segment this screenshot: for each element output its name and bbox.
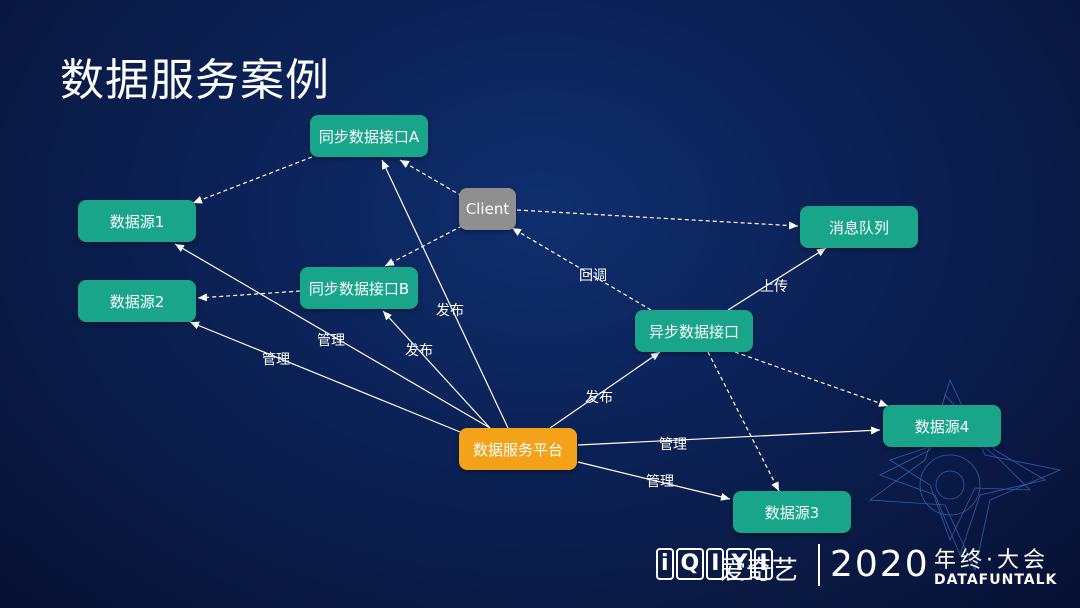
node-data-source-2: 数据源2 [78,280,196,322]
edge-label-manage-ds2: 管理 [262,352,290,368]
logo-letter: Q [675,548,705,580]
node-data-source-4: 数据源4 [883,405,1001,447]
edge-async-ds3 [707,351,780,492]
edge-label-manage-ds3: 管理 [646,474,674,490]
event-title-cn: 年终·大会 [934,548,1049,573]
event-title-en: DATAFUNTALK [934,572,1058,588]
brand-name: 爱奇艺 [720,556,799,586]
edge-label-manage-ds1: 管理 [317,333,345,349]
edge-label-publish-async: 发布 [585,390,613,406]
edge-label-manage-ds4: 管理 [659,437,687,453]
edge-label-publish-a: 发布 [436,303,464,319]
edge-sync-b-ds2 [197,290,301,302]
node-sync-interface-a: 同步数据接口A [310,115,428,157]
node-data-service-platform: 数据服务平台 [459,428,577,470]
node-data-source-3: 数据源3 [733,491,851,533]
node-data-source-1: 数据源1 [78,200,196,242]
edge-client-msgqueue [516,209,799,230]
edge-client-sync-b [384,225,463,267]
footer-branding: i Q I Y I 爱奇艺 2020 年终·大会 DATAFUNTALK [652,540,1062,592]
node-async-interface: 异步数据接口 [635,310,753,352]
node-client: Client [459,188,516,230]
edge-async-ds4 [734,351,889,407]
node-sync-interface-b: 同步数据接口B [300,267,418,309]
edge-sync-a-ds1 [192,156,313,204]
edge-label-publish-b: 发布 [405,343,433,359]
edge-platform-sync-b [382,310,491,429]
logo-letter: i [656,548,674,580]
footer-divider [818,544,820,586]
event-year: 2020 [830,544,930,585]
edge-client-sync-a [399,159,463,197]
node-message-queue: 消息队列 [800,206,918,248]
edge-label-callback: 回调 [579,268,607,284]
edge-label-upload: 上传 [760,279,788,295]
edge-platform-ds4 [577,426,881,446]
